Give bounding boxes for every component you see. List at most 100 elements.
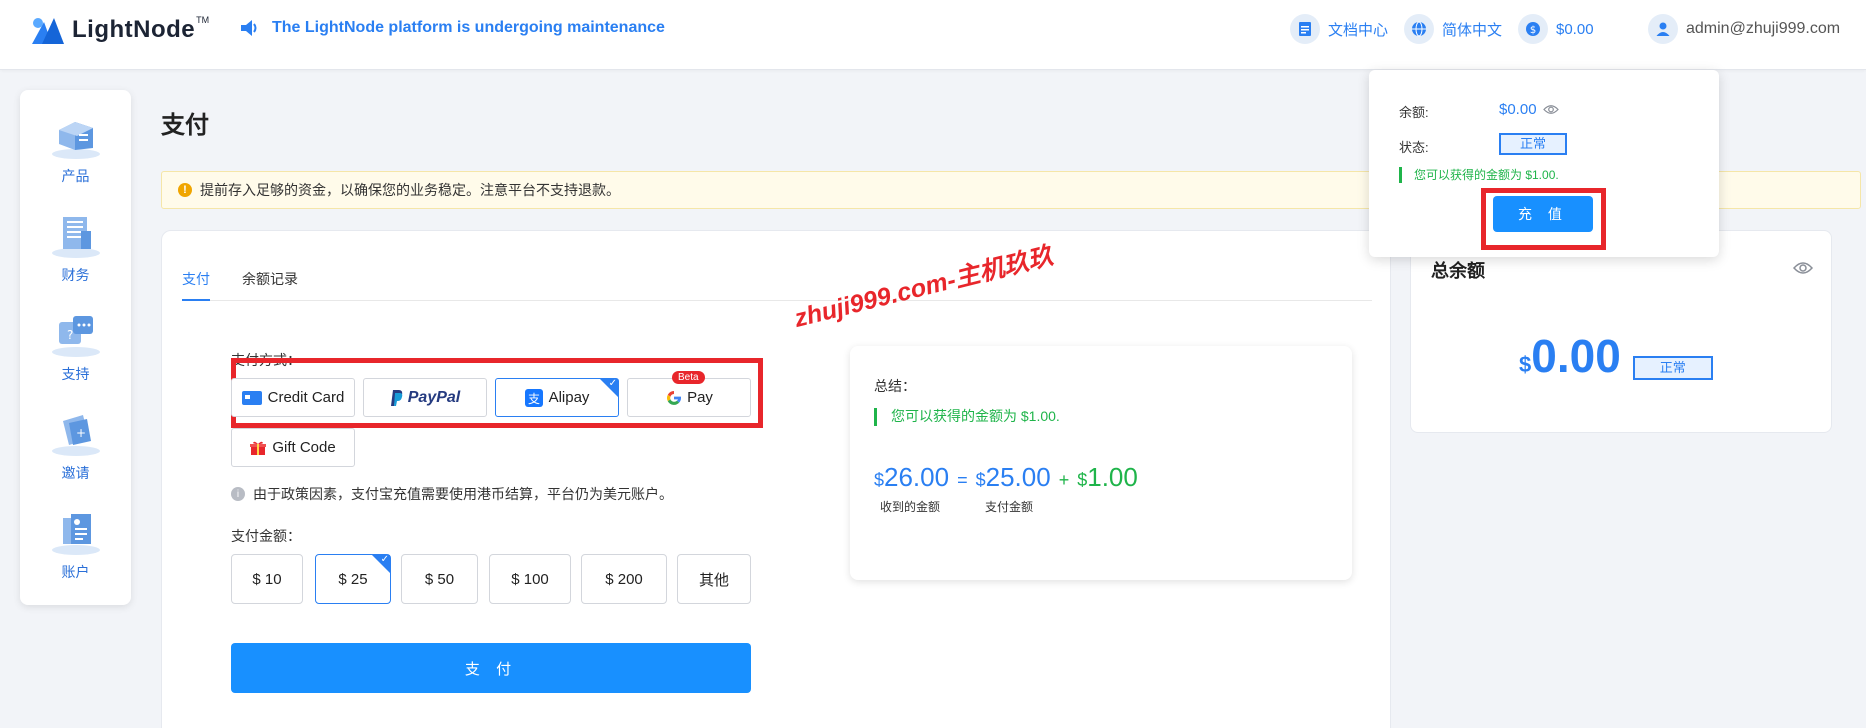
gift-icon	[250, 441, 267, 455]
language-label: 简体中文	[1442, 21, 1503, 39]
alipay-option[interactable]: 支 Alipay ✓	[495, 378, 619, 417]
gift-code-option[interactable]: Gift Code	[231, 428, 355, 467]
beta-badge: Beta	[672, 371, 705, 384]
maintenance-notice: The LightNode platform is undergoing mai…	[240, 19, 665, 37]
google-pay-option[interactable]: Pay Beta	[627, 371, 751, 417]
alert-text: 提前存入足够的资金，以确保您的业务稳定。注意平台不支持退款。	[200, 182, 620, 198]
sidebar-item-finance[interactable]: 财务	[20, 211, 131, 285]
popover-balance-value: $0.00	[1499, 101, 1537, 118]
popover-status-badge: 正常	[1499, 133, 1567, 155]
total-balance-amount: $ 0.00 正常	[1519, 329, 1713, 383]
payment-tabs: 支付 余额记录	[182, 269, 1372, 301]
popover-bonus-text: 您可以获得的金额为 $1.00.	[1414, 168, 1559, 182]
check-icon: ✓	[608, 378, 617, 389]
language-switcher[interactable]: 简体中文	[1404, 14, 1502, 44]
tab-payment[interactable]: 支付	[182, 269, 210, 301]
amount-option-25[interactable]: $ 25 ✓	[315, 554, 391, 604]
popover-bonus-note: 您可以获得的金额为 $1.00.	[1399, 166, 1559, 183]
check-icon: ✓	[380, 554, 389, 565]
total-balance-title: 总余额	[1431, 261, 1485, 281]
amount-option-100[interactable]: $ 100	[489, 554, 571, 604]
user-menu[interactable]: admin@zhuji999.com	[1648, 14, 1840, 44]
popover-balance-label: 余额:	[1399, 105, 1429, 120]
amount-option-other[interactable]: 其他	[677, 554, 751, 604]
alipay-label: Alipay	[548, 389, 590, 406]
globe-icon	[1404, 14, 1434, 44]
plus-sign: +	[1058, 470, 1070, 490]
credit-card-icon	[241, 390, 262, 405]
balance-amount: 0.00	[1531, 330, 1621, 382]
currency-symbol: $	[874, 470, 885, 490]
credit-card-option[interactable]: Credit Card	[231, 378, 355, 417]
user-avatar-icon	[1648, 14, 1678, 44]
amount-option-label: $ 25	[338, 570, 368, 588]
gift-code-label: Gift Code	[272, 439, 336, 456]
top-header: LightNode TM The LightNode platform is u…	[0, 0, 1866, 70]
sidebar-item-invite[interactable]: + 邀请	[20, 409, 131, 483]
sidebar-item-support[interactable]: ? 支持	[20, 310, 131, 384]
status-badge: 正常	[1632, 356, 1713, 380]
user-email: admin@zhuji999.com	[1686, 20, 1841, 37]
google-icon	[667, 390, 682, 405]
currency-symbol: $	[975, 470, 986, 490]
docs-center-label: 文档中心	[1328, 21, 1389, 39]
products-icon	[49, 112, 103, 160]
header-balance[interactable]: $ $0.00	[1518, 14, 1594, 44]
svg-text:支: 支	[528, 392, 540, 406]
recharge-button[interactable]: 充 值	[1493, 196, 1593, 232]
svg-text:+: +	[76, 426, 86, 440]
total-balance-card: 总余额 $ 0.00 正常	[1410, 230, 1832, 433]
left-sidebar: 产品 财务 ? 支持 + 邀请 账户	[20, 90, 131, 605]
balance-popover: 余额: $0.00 状态: 正常 您可以获得的金额为 $1.00. 充 值	[1369, 70, 1719, 257]
sidebar-item-label: 财务	[61, 267, 90, 283]
sidebar-item-label: 支持	[61, 366, 90, 382]
currency-symbol: $	[1519, 352, 1532, 377]
paid-amount: 25.00	[985, 462, 1051, 492]
sidebar-item-account[interactable]: 账户	[20, 508, 131, 582]
amount-option-50[interactable]: $ 50	[401, 554, 478, 604]
sidebar-item-products[interactable]: 产品	[20, 112, 131, 186]
tab-balance-records[interactable]: 余额记录	[242, 269, 298, 301]
policy-note: i 由于政策因素，支付宝充值需要使用港币结算，平台仍为美元账户。	[231, 484, 673, 504]
dollar-coin-icon: $	[1518, 14, 1548, 44]
logo[interactable]: LightNode TM	[30, 14, 209, 46]
eye-icon[interactable]	[1542, 104, 1559, 115]
green-bar	[1399, 166, 1402, 183]
amount-option-200[interactable]: $ 200	[581, 554, 667, 604]
popover-balance: $0.00	[1499, 101, 1559, 118]
svg-text:$: $	[1530, 25, 1536, 36]
summary-equation: $ 26.00 = $ 25.00 + $ 1.00	[874, 462, 1138, 493]
header-balance-value: $0.00	[1556, 20, 1594, 38]
credit-card-label: Credit Card	[267, 389, 345, 406]
summary-title: 总结：	[874, 378, 916, 394]
account-icon	[49, 508, 103, 556]
green-bar	[874, 407, 877, 426]
invite-icon: +	[49, 409, 103, 457]
payment-amount-label: 支付金额：	[231, 528, 301, 544]
paypal-option[interactable]: PayPal	[363, 378, 487, 417]
finance-icon	[49, 211, 103, 259]
maintenance-notice-text: The LightNode platform is undergoing mai…	[272, 19, 665, 36]
amount-option-10[interactable]: $ 10	[231, 554, 303, 604]
logo-trademark: TM	[196, 15, 210, 25]
google-pay-label: Pay	[687, 389, 713, 406]
popover-status-label: 状态:	[1399, 140, 1429, 155]
currency-symbol: $	[1077, 470, 1088, 490]
paid-amount-label: 支付金额	[985, 500, 1034, 514]
alipay-icon: 支	[524, 388, 543, 407]
eye-icon[interactable]	[1793, 261, 1813, 275]
info-icon: i	[231, 487, 245, 501]
page-title: 支付	[161, 112, 209, 139]
sidebar-item-label: 产品	[61, 168, 90, 184]
paypal-icon	[390, 389, 402, 406]
summary-bonus-note: 您可以获得的金额为 $1.00.	[874, 406, 1060, 426]
bonus-amount: 1.00	[1087, 462, 1138, 492]
lightnode-logo-icon	[30, 14, 66, 46]
docs-center-link[interactable]: 文档中心	[1290, 14, 1388, 44]
received-amount-label: 收到的金额	[880, 500, 941, 514]
paypal-label: PayPal	[407, 388, 461, 406]
sidebar-item-label: 邀请	[61, 465, 90, 481]
received-amount: 26.00	[884, 462, 950, 492]
pay-button[interactable]: 支 付	[231, 643, 751, 693]
policy-note-text: 由于政策因素，支付宝充值需要使用港币结算，平台仍为美元账户。	[253, 486, 673, 502]
